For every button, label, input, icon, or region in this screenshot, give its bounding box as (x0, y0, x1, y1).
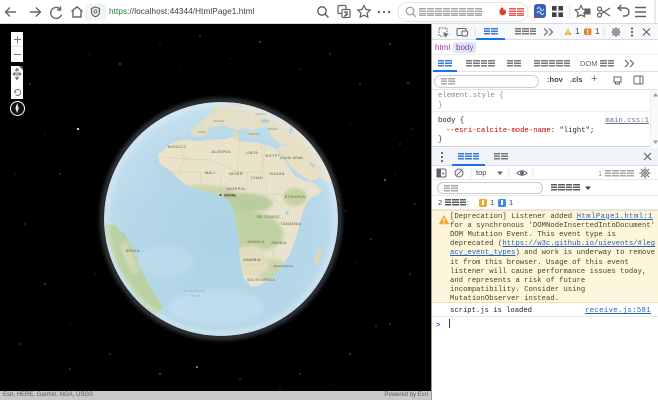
svg-text:South Atlantic: South Atlantic (184, 289, 206, 293)
svg-text:NIGERIA: NIGERIA (227, 186, 245, 191)
svg-text:GREECE: GREECE (249, 132, 260, 136)
svg-text:DR CONGO: DR CONGO (257, 215, 280, 219)
svg-text:Accra: Accra (224, 192, 236, 197)
svg-text:ETHIOPIA: ETHIOPIA (285, 194, 306, 199)
svg-text:FRANCE: FRANCE (214, 119, 225, 123)
svg-text:SUDAN: SUDAN (269, 171, 284, 176)
svg-text:MALI: MALI (205, 170, 215, 175)
svg-text:EGYPT: EGYPT (266, 153, 281, 158)
svg-text:ALGERIA: ALGERIA (211, 149, 230, 154)
svg-text:CHAD: CHAD (251, 175, 263, 180)
svg-text:SAUDI ARAB.: SAUDI ARAB. (280, 156, 304, 160)
svg-text:TANZANIA: TANZANIA (281, 222, 302, 226)
svg-text:SPAIN: SPAIN (198, 130, 206, 134)
svg-text:ZAMBIA: ZAMBIA (271, 241, 287, 245)
svg-text:LIBYA: LIBYA (246, 150, 258, 155)
svg-text:SOUTH AFRICA: SOUTH AFRICA (247, 278, 276, 282)
svg-text:NIGER: NIGER (229, 171, 243, 176)
svg-text:Ocean: Ocean (190, 294, 200, 298)
svg-text:BRAZIL: BRAZIL (126, 249, 141, 253)
svg-text:MOROCCO: MOROCCO (168, 145, 187, 149)
svg-text:TURKEY: TURKEY (268, 127, 279, 131)
svg-text:ANGOLA: ANGOLA (247, 240, 265, 244)
svg-text:Johannesburg: Johannesburg (273, 264, 292, 268)
svg-text:NAMIBIA: NAMIBIA (243, 258, 261, 262)
